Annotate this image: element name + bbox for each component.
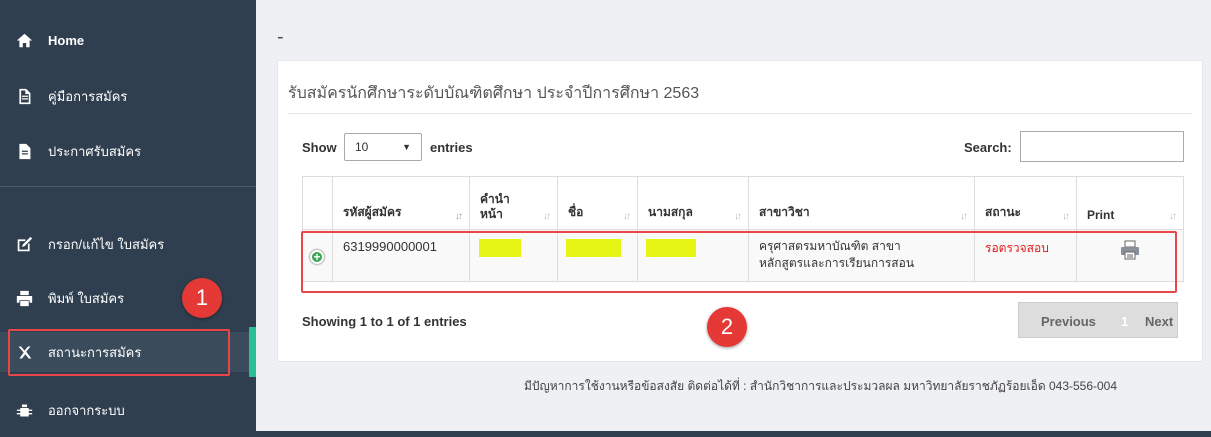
column-first-name[interactable]: ชื่อ ↓↑	[558, 177, 638, 231]
bug-icon	[14, 400, 34, 420]
home-icon	[14, 30, 34, 50]
next-button[interactable]: Next	[1145, 314, 1173, 329]
column-prefix[interactable]: คำนำหน้า ↓↑	[470, 177, 558, 231]
footer-contact: มีปัญหาการใช้งานหรือข้อสงสัย ติดต่อได้ที…	[524, 379, 1118, 393]
sidebar-item-logout[interactable]: ออกจากระบบ	[0, 390, 256, 430]
sidebar-item-label: Home	[48, 32, 85, 48]
sidebar-item-edit-application[interactable]: กรอก/แก้ไข ใบสมัคร	[0, 224, 256, 264]
sidebar-item-label: ออกจากระบบ	[48, 402, 125, 418]
sort-icon: ↓↑	[1062, 211, 1070, 222]
table-info: Showing 1 to 1 of 1 entries	[302, 314, 467, 329]
column-expand	[303, 177, 333, 231]
bottom-bar	[256, 431, 1211, 437]
sidebar-item-label: ประกาศรับสมัคร	[48, 143, 142, 159]
entries-label: entries	[430, 140, 473, 155]
page-header-dash: -	[277, 26, 284, 48]
panel-divider	[288, 113, 1192, 114]
table-header: รหัสผู้สมัคร ↓↑ คำนำหน้า ↓↑ ชื่อ ↓↑ นามสกุล…	[302, 176, 1184, 231]
sidebar-divider	[0, 186, 256, 187]
highlight-box-status-menu	[8, 329, 230, 376]
entries-select-value: 10	[355, 140, 369, 154]
column-applicant-id[interactable]: รหัสผู้สมัคร ↓↑	[333, 177, 470, 231]
show-label: Show	[302, 140, 337, 155]
active-indicator	[249, 327, 256, 377]
pagination: Previous 1 Next	[1018, 302, 1178, 338]
edit-icon	[14, 234, 34, 254]
sidebar-item-label: พิมพ์ ใบสมัคร	[48, 290, 125, 306]
previous-button[interactable]: Previous	[1041, 314, 1096, 329]
current-page[interactable]: 1	[1121, 314, 1128, 329]
column-status[interactable]: สถานะ ↓↑	[975, 177, 1077, 231]
document-icon	[14, 86, 34, 106]
sort-icon: ↓↑	[623, 211, 631, 222]
sidebar-item-label: กรอก/แก้ไข ใบสมัคร	[48, 236, 165, 252]
sidebar-item-announcement[interactable]: ประกาศรับสมัคร	[0, 131, 256, 171]
highlight-box-table-row	[301, 231, 1177, 293]
sidebar-item-home[interactable]: Home	[0, 20, 256, 60]
sort-icon: ↓↑	[543, 211, 551, 222]
panel-title: รับสมัครนักศึกษาระดับบัณฑิตศึกษา ประจำปี…	[288, 85, 700, 102]
entries-select[interactable]: 10 ▼	[344, 133, 422, 161]
annotation-badge-2: 2	[707, 307, 747, 347]
sort-icon: ↓↑	[960, 211, 968, 222]
search-input[interactable]	[1020, 131, 1184, 162]
column-print[interactable]: Print ↓↑	[1077, 177, 1183, 231]
annotation-badge-1: 1	[182, 278, 222, 318]
column-last-name[interactable]: นามสกุล ↓↑	[638, 177, 749, 231]
main-content: - รับสมัครนักศึกษาระดับบัณฑิตศึกษา ประจำ…	[256, 0, 1211, 437]
column-major[interactable]: สาขาวิชา ↓↑	[749, 177, 975, 231]
caret-down-icon: ▼	[402, 142, 411, 152]
sort-icon: ↓↑	[734, 211, 742, 222]
sort-asc-icon: ↓↑	[455, 211, 463, 222]
file-icon	[14, 141, 34, 161]
sidebar-item-manual[interactable]: คู่มือการสมัคร	[0, 76, 256, 116]
search-label: Search:	[964, 140, 1012, 155]
sidebar-item-label: คู่มือการสมัคร	[48, 88, 128, 104]
print-icon	[14, 288, 34, 308]
sort-icon: ↓↑	[1169, 211, 1177, 222]
